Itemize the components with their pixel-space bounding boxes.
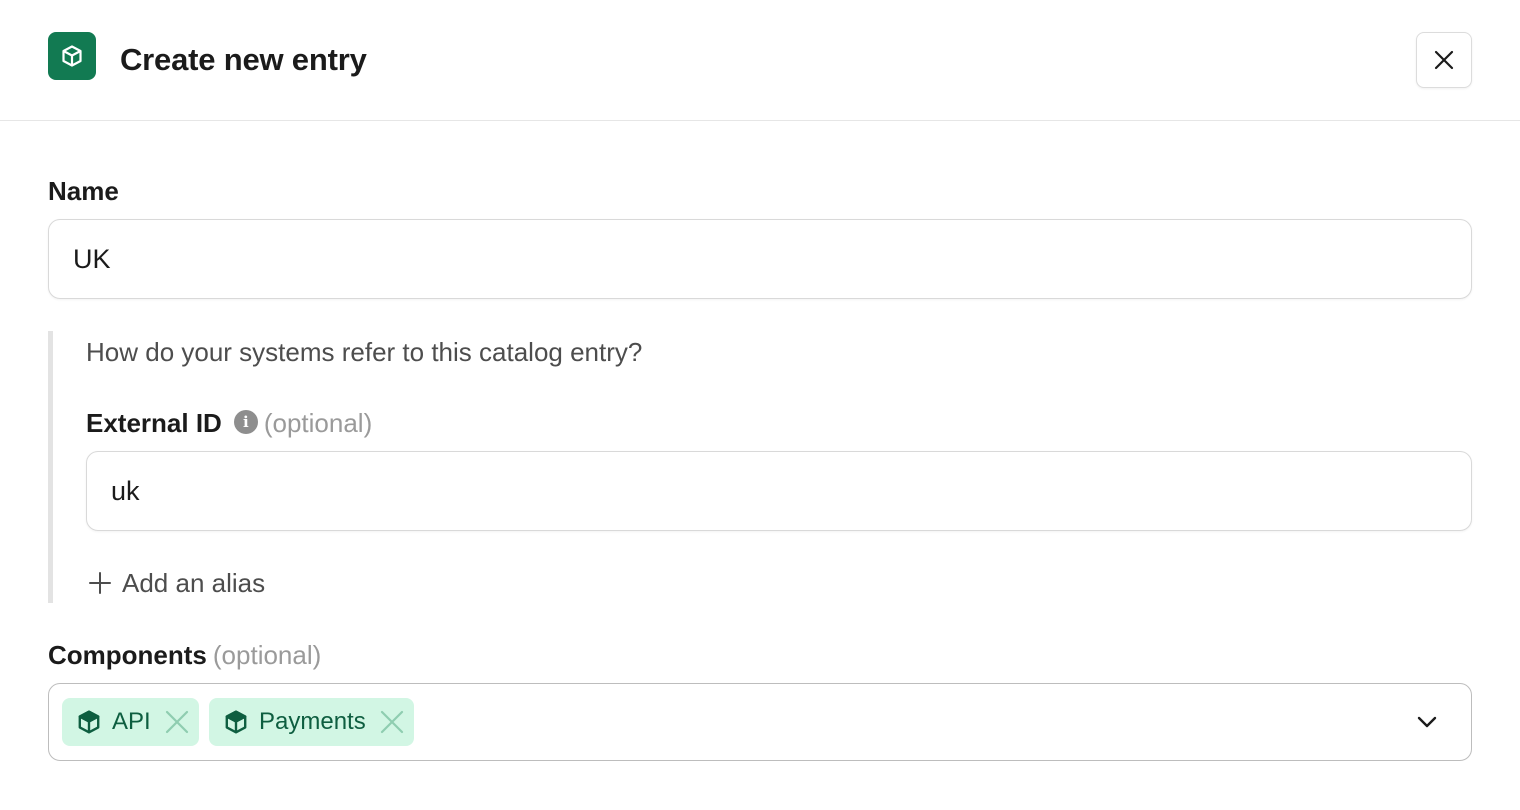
name-input[interactable]: UK xyxy=(48,219,1472,299)
external-id-value: uk xyxy=(111,475,140,506)
chevron-down-icon[interactable] xyxy=(1411,706,1443,738)
cube-icon xyxy=(76,709,102,735)
modal-header: Create new entry xyxy=(0,0,1520,121)
remove-chip-api-button[interactable] xyxy=(165,710,189,734)
chip-label: Payments xyxy=(259,708,366,735)
close-icon xyxy=(380,710,403,734)
cube-icon xyxy=(223,709,249,735)
external-id-label: External ID i (optional) xyxy=(86,406,372,440)
component-chip-api: API xyxy=(62,698,199,746)
name-label: Name xyxy=(48,176,119,206)
component-chip-payments: Payments xyxy=(209,698,414,746)
cube-icon xyxy=(48,32,96,80)
plus-icon xyxy=(89,572,111,594)
components-label-text: Components xyxy=(48,640,207,670)
create-entry-modal: Create new entry Name UK How do your sys… xyxy=(0,0,1520,810)
components-select[interactable]: API Payments xyxy=(48,683,1472,761)
alias-question: How do your systems refer to this catalo… xyxy=(86,337,643,367)
remove-chip-payments-button[interactable] xyxy=(380,710,404,734)
components-optional: (optional) xyxy=(212,640,322,670)
components-label: Components (optional) xyxy=(48,638,321,672)
chip-label: API xyxy=(112,708,151,735)
name-input-value: UK xyxy=(73,243,111,274)
external-id-input[interactable]: uk xyxy=(86,451,1472,531)
external-id-optional: (optional) xyxy=(263,408,373,438)
close-icon xyxy=(1434,50,1454,70)
close-button[interactable] xyxy=(1416,32,1472,88)
add-alias-button[interactable]: Add an alias xyxy=(88,566,265,600)
external-id-label-text: External ID xyxy=(86,408,222,438)
modal-title: Create new entry xyxy=(120,42,367,77)
add-alias-label: Add an alias xyxy=(122,568,266,598)
info-icon[interactable]: i xyxy=(233,410,258,435)
close-icon xyxy=(165,710,188,734)
